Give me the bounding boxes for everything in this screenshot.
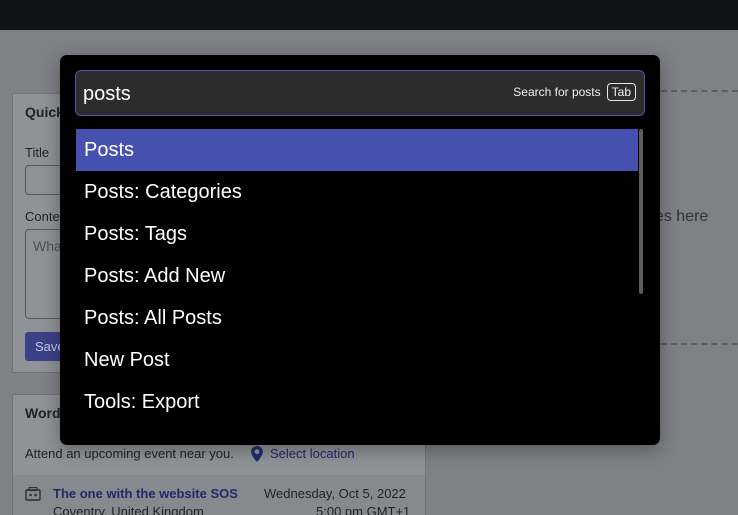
content-label: Content [25,209,61,224]
results-scrollbar[interactable] [639,129,643,294]
command-result-item[interactable]: Posts: All Posts [76,297,638,339]
select-location-link[interactable]: Select location [270,446,355,461]
command-palette: Search for posts Tab Posts Posts: Catego… [60,55,660,445]
admin-bar [0,0,738,30]
command-results-list: Posts Posts: Categories Posts: Tags Post… [76,129,638,429]
title-label: Title [25,145,50,160]
command-result-item[interactable]: Posts [76,129,638,171]
content-placeholder: What's on your mind? [33,238,61,254]
command-result-item[interactable]: Posts: Tags [76,213,638,255]
event-date: Wednesday, Oct 5, 2022 [264,486,406,501]
attend-text: Attend an upcoming event near you. [25,446,234,461]
command-search-input[interactable] [83,80,483,108]
command-result-item[interactable]: Tools: Export [76,381,638,423]
search-hint: Search for posts Tab [513,83,636,101]
location-pin-icon [251,446,263,462]
meetup-icon [25,487,41,501]
command-result-item[interactable]: Posts: Add New [76,255,638,297]
event-location: Coventry, United Kingdom [53,504,204,515]
command-result-item[interactable]: Posts: Categories [76,171,638,213]
command-search-box[interactable]: Search for posts Tab [75,70,645,116]
event-time: 5:00 pm GMT+1 [316,504,411,515]
event-name-link[interactable]: The one with the website SOS [53,486,238,501]
tab-key-badge: Tab [606,83,636,101]
search-hint-label: Search for posts [513,85,601,99]
command-result-item[interactable]: New Post [76,339,638,381]
